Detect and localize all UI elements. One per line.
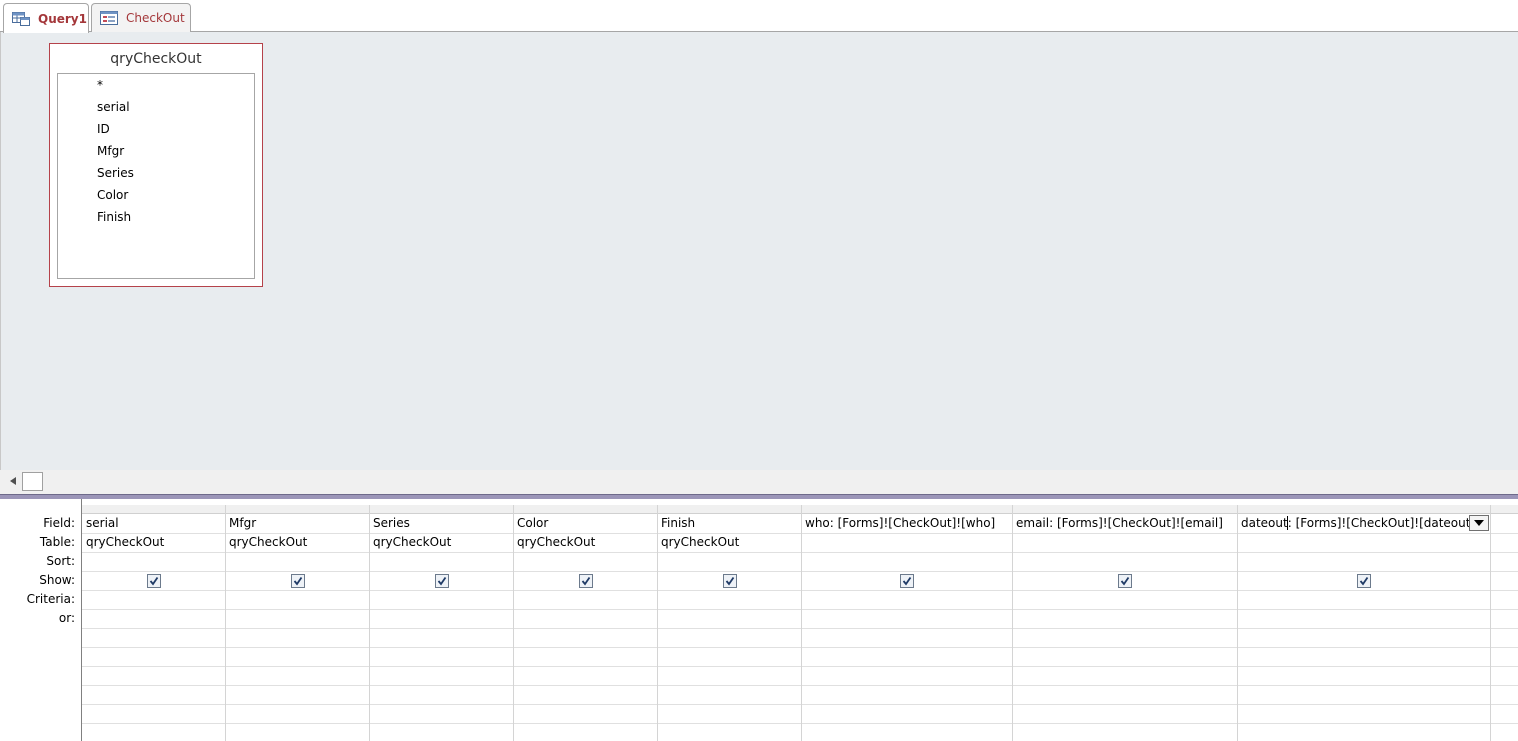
grid-line [82,590,1518,591]
field-item-mfgr[interactable]: Mfgr [97,144,124,158]
text-cursor [1287,516,1288,530]
table-cell-serial[interactable]: qryCheckOut [86,535,164,549]
row-label-show: Show: [39,573,75,587]
row-label-sort: Sort: [46,554,75,568]
column-divider[interactable] [1237,505,1238,741]
field-item-all[interactable]: * [97,78,103,92]
show-checkbox-email[interactable] [1118,574,1132,588]
field-cell-email[interactable]: email: [Forms]![CheckOut]![email] [1016,516,1223,530]
chevron-down-icon [1474,520,1484,526]
table-cell-color[interactable]: qryCheckOut [517,535,595,549]
query-icon [12,11,30,26]
show-checkbox-color[interactable] [579,574,593,588]
show-checkbox-mfgr[interactable] [291,574,305,588]
tab-label: CheckOut [126,11,185,25]
grid-line [82,704,1518,705]
tab-query1[interactable]: Query1 [3,3,89,33]
field-list[interactable]: * serial ID Mfgr Series Color Finish [57,73,255,279]
field-item-id[interactable]: ID [97,122,110,136]
grid-line [82,571,1518,572]
field-cell-color[interactable]: Color [517,516,548,530]
field-cell-mfgr[interactable]: Mfgr [229,516,256,530]
grid-line [82,647,1518,648]
grid-line [82,609,1518,610]
show-checkbox-serial[interactable] [147,574,161,588]
field-list-title[interactable]: qryCheckOut [50,51,262,67]
grid-line [82,552,1518,553]
show-checkbox-who[interactable] [900,574,914,588]
row-label-field: Field: [43,516,75,530]
field-cell-who[interactable]: who: [Forms]![CheckOut]![who] [805,516,995,530]
field-item-series[interactable]: Series [97,166,134,180]
table-cell-series[interactable]: qryCheckOut [373,535,451,549]
column-divider[interactable] [225,505,226,741]
column-divider[interactable] [1012,505,1013,741]
table-cell-mfgr[interactable]: qryCheckOut [229,535,307,549]
column-divider[interactable] [513,505,514,741]
query-design-surface[interactable]: qryCheckOut * serial ID Mfgr Series Colo… [0,32,1518,470]
row-labels: Field: Table: Sort: Show: Criteria: or: [0,499,82,741]
scroll-thumb[interactable] [22,472,43,491]
column-divider[interactable] [657,505,658,741]
grid-line [82,666,1518,667]
show-checkbox-series[interactable] [435,574,449,588]
query-design-grid: Field: Table: Sort: Show: Criteria: or: … [0,499,1518,741]
design-horizontal-scrollbar[interactable] [0,470,1518,494]
field-cell-serial[interactable]: serial [86,516,119,530]
column-divider[interactable] [1490,505,1491,741]
field-item-color[interactable]: Color [97,188,128,202]
field-item-serial[interactable]: serial [97,100,130,114]
row-label-criteria: Criteria: [26,592,75,606]
grid-line [82,685,1518,686]
field-list-window-qrycheckout[interactable]: qryCheckOut * serial ID Mfgr Series Colo… [49,43,263,287]
grid-line [82,723,1518,724]
scroll-left-arrow-icon[interactable] [4,472,22,490]
column-selector-bar[interactable] [82,505,1518,514]
field-cell-series[interactable]: Series [373,516,410,530]
field-cell-finish[interactable]: Finish [661,516,695,530]
grid-line [82,628,1518,629]
field-cell-dateout[interactable]: dateout: [Forms]![CheckOut]![dateout] [1241,516,1475,530]
row-label-table: Table: [39,535,75,549]
field-item-finish[interactable]: Finish [97,210,131,224]
show-checkbox-finish[interactable] [723,574,737,588]
field-dropdown-button[interactable] [1469,515,1489,531]
document-tab-strip: Query1 CheckOut [0,0,1518,33]
tab-checkout[interactable]: CheckOut [91,3,191,32]
column-divider[interactable] [801,505,802,741]
grid-line [82,533,1518,534]
table-cell-finish[interactable]: qryCheckOut [661,535,739,549]
form-icon [100,11,118,25]
tab-label: Query1 [38,11,87,26]
column-divider[interactable] [369,505,370,741]
row-label-or: or: [58,611,75,625]
show-checkbox-dateout[interactable] [1357,574,1371,588]
